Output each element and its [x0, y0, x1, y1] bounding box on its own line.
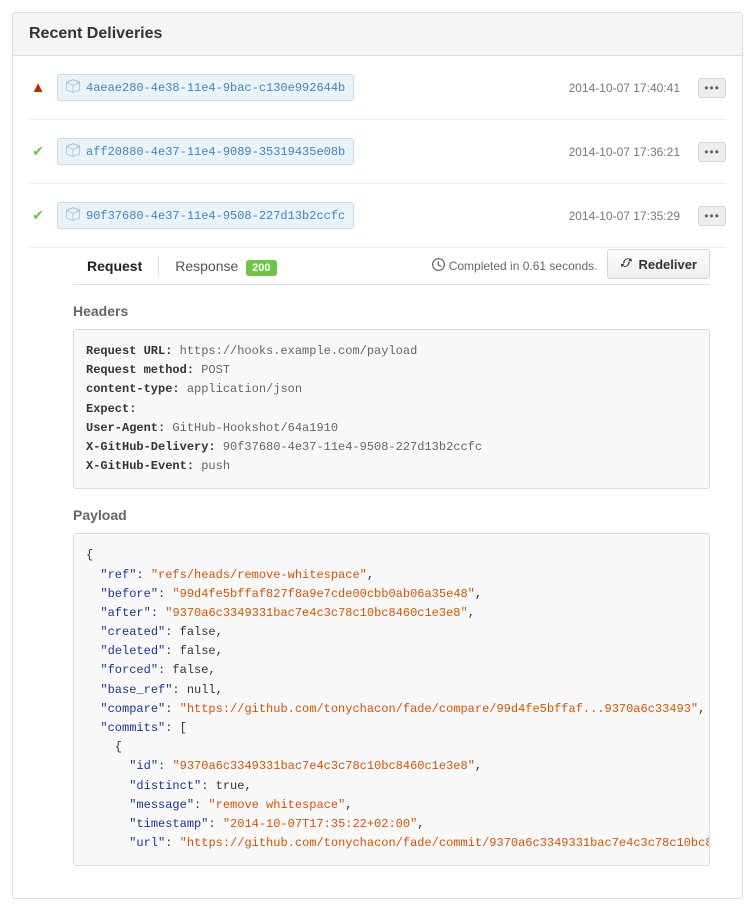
- delivery-uuid: aff20880-4e37-11e4-9089-35319435e08b: [86, 145, 345, 159]
- headers-section-title: Headers: [73, 303, 710, 319]
- more-actions-button[interactable]: •••: [698, 78, 726, 98]
- tab-bar: Request Response 200 Completed in 0.61 s…: [73, 248, 710, 285]
- panel-header: Recent Deliveries: [13, 13, 742, 56]
- clock-icon: [432, 258, 445, 274]
- delivery-timestamp: 2014-10-07 17:35:29: [569, 209, 680, 223]
- more-actions-button[interactable]: •••: [698, 142, 726, 162]
- headers-box: Request URL: https://hooks.example.com/p…: [73, 329, 710, 489]
- package-icon: [66, 143, 80, 160]
- check-icon: ✔: [29, 207, 47, 224]
- payload-box: { "ref": "refs/heads/remove-whitespace",…: [73, 533, 710, 866]
- delivery-timestamp: 2014-10-07 17:36:21: [569, 145, 680, 159]
- completed-label: Completed in 0.61 seconds.: [432, 258, 598, 274]
- more-actions-button[interactable]: •••: [698, 206, 726, 226]
- check-icon: ✔: [29, 143, 47, 160]
- tab-separator: [158, 256, 159, 276]
- uuid-block[interactable]: 90f37680-4e37-11e4-9508-227d13b2ccfc: [57, 202, 354, 229]
- completed-text: Completed in 0.61 seconds.: [449, 259, 598, 273]
- uuid-block[interactable]: aff20880-4e37-11e4-9089-35319435e08b: [57, 138, 354, 165]
- sync-icon: [620, 256, 633, 272]
- panel-title: Recent Deliveries: [29, 25, 726, 43]
- package-icon: [66, 79, 80, 96]
- deliveries-list: ▲ 4aeae280-4e38-11e4-9bac-c130e992644b 2…: [13, 56, 742, 898]
- delivery-uuid: 90f37680-4e37-11e4-9508-227d13b2ccfc: [86, 209, 345, 223]
- uuid-block[interactable]: 4aeae280-4e38-11e4-9bac-c130e992644b: [57, 74, 354, 101]
- delivery-timestamp: 2014-10-07 17:40:41: [569, 81, 680, 95]
- payload-section-title: Payload: [73, 507, 710, 523]
- redeliver-button[interactable]: Redeliver: [607, 249, 710, 279]
- package-icon: [66, 207, 80, 224]
- delivery-uuid: 4aeae280-4e38-11e4-9bac-c130e992644b: [86, 81, 345, 95]
- delivery-row[interactable]: ▲ 4aeae280-4e38-11e4-9bac-c130e992644b 2…: [29, 56, 726, 120]
- alert-icon: ▲: [29, 79, 47, 96]
- tab-request[interactable]: Request: [73, 248, 156, 284]
- delivery-row[interactable]: ✔ aff20880-4e37-11e4-9089-35319435e08b 2…: [29, 120, 726, 184]
- tab-response-label: Response: [175, 258, 238, 274]
- redeliver-label: Redeliver: [638, 257, 697, 272]
- tab-response[interactable]: Response 200: [161, 248, 290, 284]
- delivery-row[interactable]: ✔ 90f37680-4e37-11e4-9508-227d13b2ccfc 2…: [29, 184, 726, 248]
- recent-deliveries-panel: Recent Deliveries ▲ 4aeae280-4e38-11e4-9…: [12, 12, 743, 899]
- delivery-detail: Request Response 200 Completed in 0.61 s…: [73, 248, 710, 866]
- status-badge: 200: [246, 260, 276, 276]
